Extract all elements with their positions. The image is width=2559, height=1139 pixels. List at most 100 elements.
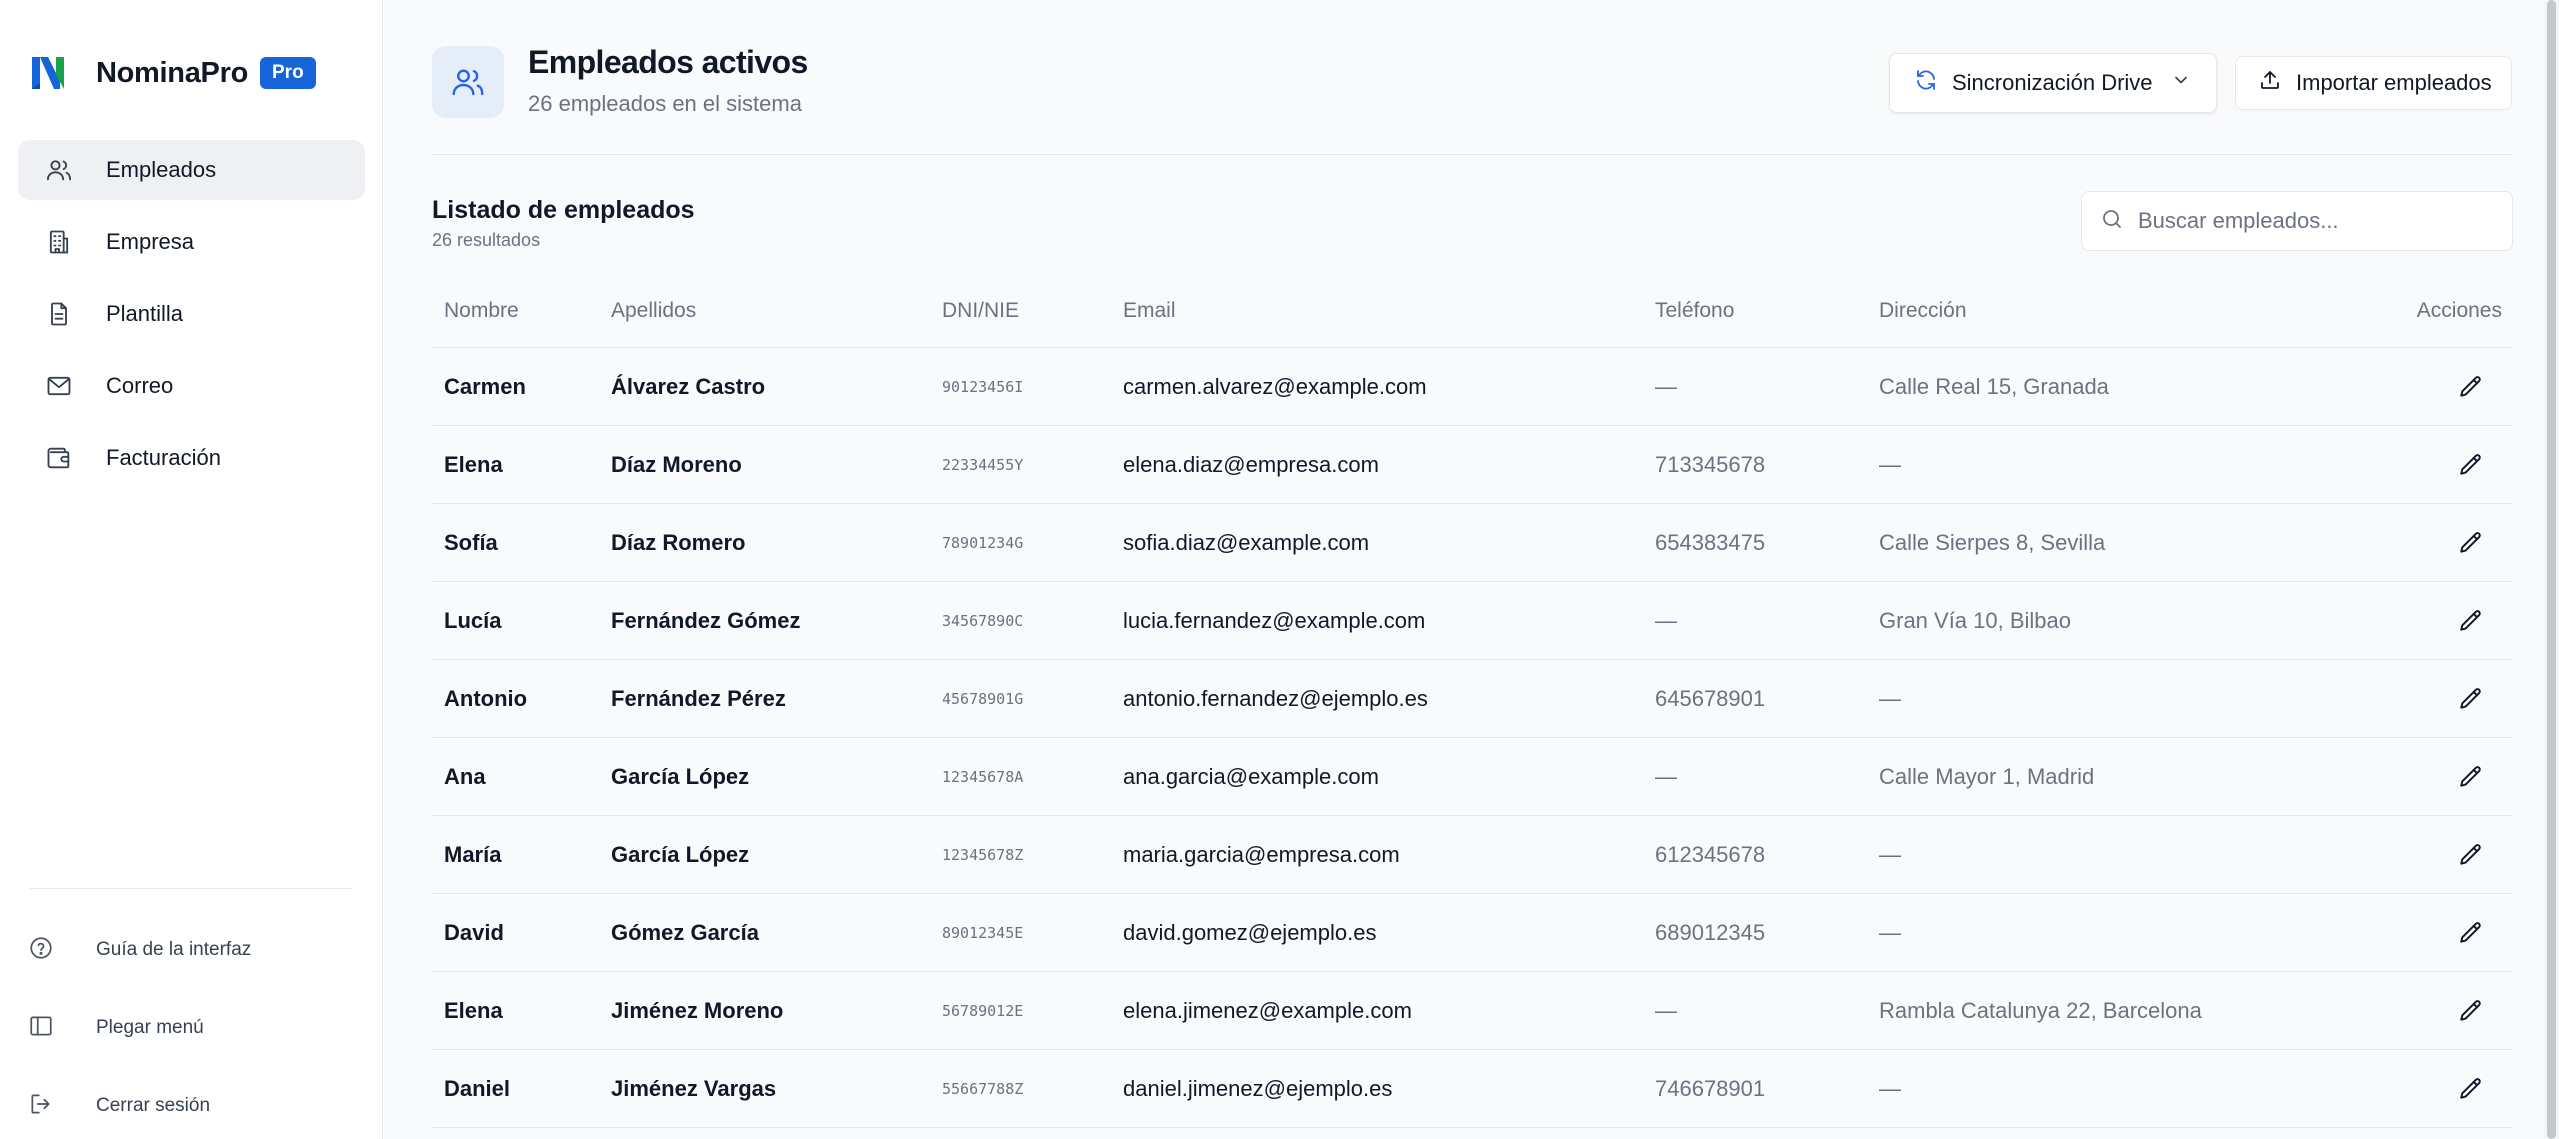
phone-cell: 612345678 bbox=[1655, 841, 1766, 867]
pencil-icon bbox=[2460, 453, 2481, 475]
sidebar-toggle-icon bbox=[28, 1013, 54, 1044]
upload-icon bbox=[2258, 68, 2282, 98]
search-box[interactable] bbox=[2081, 191, 2513, 251]
table-row[interactable]: Lucía Fernández Gómez 34567890C lucia.ferna… bbox=[432, 582, 2512, 660]
first-name-cell: María bbox=[444, 841, 502, 867]
sidebar-item-label: Empleados bbox=[106, 157, 217, 182]
first-name-cell: Elena bbox=[444, 451, 503, 477]
pencil-icon bbox=[2460, 765, 2481, 787]
footer-item-label: Plegar menú bbox=[96, 1017, 204, 1038]
first-name-cell: Daniel bbox=[444, 1075, 511, 1101]
dni-cell: 45678901G bbox=[942, 689, 1024, 708]
table-row[interactable]: Carmen Álvarez Castro 90123456I carmen.alva… bbox=[432, 348, 2512, 426]
footer-item-label: Cerrar sesión bbox=[96, 1095, 211, 1116]
pencil-icon bbox=[2460, 687, 2481, 709]
table-row[interactable]: Ana García López 12345678A ana.garcia@examp… bbox=[432, 738, 2512, 816]
phone-cell: — bbox=[1655, 997, 1677, 1023]
table-row[interactable]: Elena Díaz Moreno 22334455Y elena.diaz@empr… bbox=[432, 426, 2512, 504]
pencil-icon bbox=[2460, 1077, 2481, 1099]
edit-employee-button[interactable] bbox=[2454, 916, 2488, 950]
table-row[interactable]: David Gómez García 89012345E david.gomez@ej… bbox=[432, 894, 2512, 972]
edit-employee-button[interactable] bbox=[2454, 370, 2488, 404]
main-content: Empleados activos 26 empleados en el sis… bbox=[384, 0, 2559, 1139]
sidebar-item-correo[interactable]: Correo bbox=[18, 356, 365, 416]
table-body: Carmen Álvarez Castro 90123456I carmen.alva… bbox=[432, 348, 2512, 1128]
last-name-cell: Gómez García bbox=[611, 919, 759, 945]
sidebar-item-facturacion[interactable]: Facturación bbox=[18, 428, 365, 488]
first-name-cell: Sofía bbox=[444, 529, 498, 555]
last-name-cell: García López bbox=[611, 763, 750, 789]
drive-sync-dropdown[interactable]: Sincronización Drive bbox=[1889, 53, 2217, 113]
address-cell: Calle Real 15, Granada bbox=[1879, 373, 2109, 399]
plan-badge: Pro bbox=[260, 57, 316, 89]
column-header[interactable]: Email bbox=[1123, 299, 1176, 323]
pencil-icon bbox=[2460, 921, 2481, 943]
last-name-cell: Díaz Romero bbox=[611, 529, 746, 555]
employees-table: Nombre Apellidos DNI/NIE Email Teléfono … bbox=[432, 274, 2512, 1128]
column-header[interactable]: Nombre bbox=[444, 299, 519, 323]
pencil-icon bbox=[2460, 375, 2481, 397]
email-cell: david.gomez@ejemplo.es bbox=[1123, 919, 1377, 945]
table-row[interactable]: Daniel Jiménez Vargas 55667788Z daniel.jime… bbox=[432, 1050, 2512, 1128]
scrollbar-thumb[interactable] bbox=[2547, 0, 2556, 1139]
footer-item-label: Guía de la interfaz bbox=[96, 939, 252, 960]
sidebar-item-label: Plantilla bbox=[106, 301, 184, 326]
dni-cell: 12345678A bbox=[942, 767, 1024, 786]
dni-cell: 12345678Z bbox=[942, 845, 1024, 864]
table-row[interactable]: María García López 12345678Z maria.garcia@e… bbox=[432, 816, 2512, 894]
interface-guide-link[interactable]: Guía de la interfaz bbox=[28, 925, 358, 975]
edit-employee-button[interactable] bbox=[2454, 526, 2488, 560]
phone-cell: 645678901 bbox=[1655, 685, 1766, 711]
address-cell: — bbox=[1879, 451, 1901, 477]
last-name-cell: García López bbox=[611, 841, 750, 867]
sidebar-item-empresa[interactable]: Empresa bbox=[18, 212, 365, 272]
first-name-cell: Lucía bbox=[444, 607, 502, 633]
phone-cell: — bbox=[1655, 373, 1677, 399]
column-header[interactable]: DNI/NIE bbox=[942, 299, 1019, 323]
last-name-cell: Díaz Moreno bbox=[611, 451, 742, 477]
brand-name: NominaPro bbox=[96, 56, 248, 89]
address-cell: Calle Sierpes 8, Sevilla bbox=[1879, 529, 2106, 555]
column-header[interactable]: Teléfono bbox=[1655, 299, 1734, 323]
sidebar-item-label: Correo bbox=[106, 373, 174, 398]
email-cell: carmen.alvarez@example.com bbox=[1123, 373, 1427, 399]
collapse-menu-button[interactable]: Plegar menú bbox=[28, 1003, 358, 1053]
mail-icon bbox=[44, 371, 74, 401]
pencil-icon bbox=[2460, 609, 2481, 631]
search-input[interactable] bbox=[2138, 208, 2498, 234]
pencil-icon bbox=[2460, 999, 2481, 1021]
dni-cell: 22334455Y bbox=[942, 455, 1024, 474]
brand[interactable]: NominaPro Pro bbox=[28, 50, 316, 96]
sidebar-nav: Empleados Empresa Plantilla Correo Factu… bbox=[18, 140, 365, 500]
table-row[interactable]: Elena Jiménez Moreno 56789012E elena.jimene… bbox=[432, 972, 2512, 1050]
last-name-cell: Álvarez Castro bbox=[611, 373, 766, 399]
last-name-cell: Jiménez Vargas bbox=[611, 1075, 777, 1101]
first-name-cell: Ana bbox=[444, 763, 486, 789]
edit-employee-button[interactable] bbox=[2454, 760, 2488, 794]
sidebar-item-plantilla[interactable]: Plantilla bbox=[18, 284, 365, 344]
sidebar-item-empleados[interactable]: Empleados bbox=[18, 140, 365, 200]
vertical-scrollbar[interactable] bbox=[2544, 0, 2559, 1139]
column-header[interactable]: Dirección bbox=[1879, 299, 1967, 323]
table-row[interactable]: Sofía Díaz Romero 78901234G sofia.diaz@exam… bbox=[432, 504, 2512, 582]
dni-cell: 56789012E bbox=[942, 1001, 1024, 1020]
first-name-cell: David bbox=[444, 919, 504, 945]
edit-employee-button[interactable] bbox=[2454, 448, 2488, 482]
phone-cell: 746678901 bbox=[1655, 1075, 1766, 1101]
edit-employee-button[interactable] bbox=[2454, 838, 2488, 872]
logout-button[interactable]: Cerrar sesión bbox=[28, 1081, 358, 1131]
edit-employee-button[interactable] bbox=[2454, 682, 2488, 716]
last-name-cell: Jiménez Moreno bbox=[611, 997, 784, 1023]
table-row[interactable]: Antonio Fernández Pérez 45678901G antonio.f… bbox=[432, 660, 2512, 738]
phone-cell: 713345678 bbox=[1655, 451, 1766, 477]
address-cell: — bbox=[1879, 685, 1901, 711]
dni-cell: 78901234G bbox=[942, 533, 1024, 552]
last-name-cell: Fernández Pérez bbox=[611, 685, 786, 711]
email-cell: lucia.fernandez@example.com bbox=[1123, 607, 1426, 633]
first-name-cell: Elena bbox=[444, 997, 503, 1023]
import-employees-button[interactable]: Importar empleados bbox=[2235, 56, 2512, 110]
edit-employee-button[interactable] bbox=[2454, 604, 2488, 638]
edit-employee-button[interactable] bbox=[2454, 1072, 2488, 1106]
column-header[interactable]: Apellidos bbox=[611, 299, 696, 323]
edit-employee-button[interactable] bbox=[2454, 994, 2488, 1028]
